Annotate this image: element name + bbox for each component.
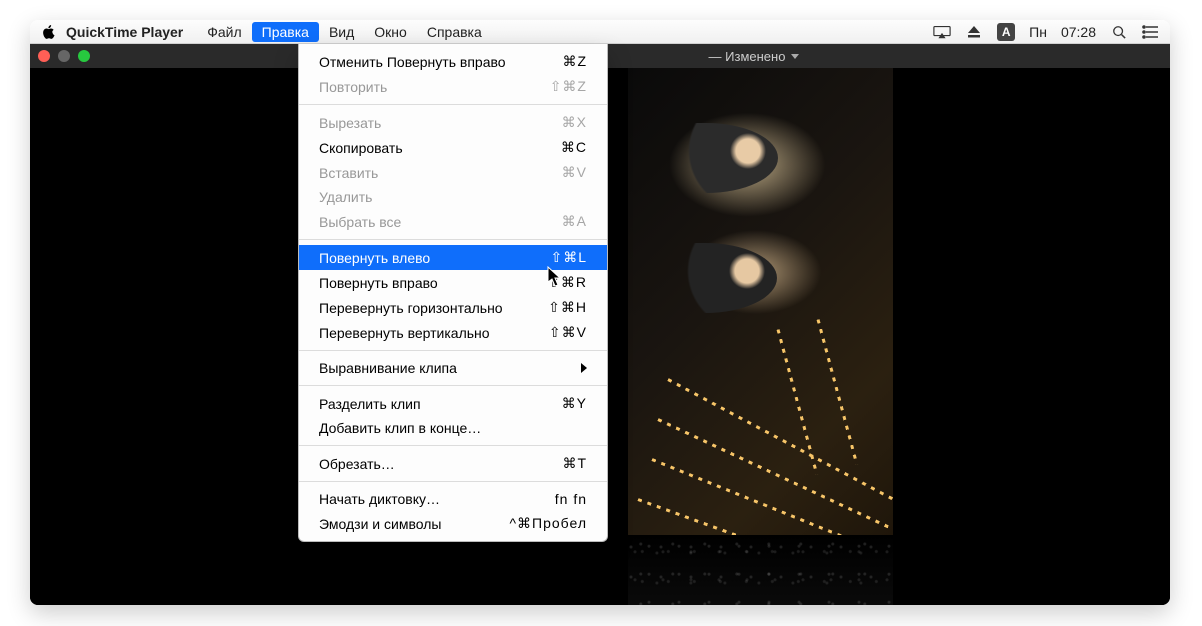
menu-item-label: Повернуть вправо: [319, 275, 548, 291]
airplay-icon[interactable]: [933, 25, 951, 39]
menu-item-label: Скопировать: [319, 140, 561, 156]
submenu-arrow-icon: [581, 363, 587, 373]
menu-item-label: Перевернуть вертикально: [319, 325, 549, 341]
menu-item[interactable]: Отменить Повернуть вправо⌘Z: [299, 49, 607, 74]
menubar-item-file[interactable]: Файл: [197, 22, 251, 42]
menu-item-label: Обрезать…: [319, 456, 562, 472]
menu-item[interactable]: Выравнивание клипа: [299, 356, 607, 380]
window-title-suffix: — Изменено: [709, 49, 786, 64]
menu-item-label: Вырезать: [319, 115, 562, 131]
close-window-button[interactable]: [38, 50, 50, 62]
menu-separator: [299, 445, 607, 446]
menu-item-shortcut: ⌘V: [562, 164, 587, 181]
menu-item-label: Повернуть влево: [319, 250, 550, 266]
spotlight-icon[interactable]: [1110, 25, 1128, 39]
apple-icon[interactable]: [40, 24, 56, 40]
menu-item-shortcut: ⇧⌘Z: [550, 78, 587, 95]
menu-item-shortcut: ⌘Y: [562, 395, 587, 412]
menubar-item-view[interactable]: Вид: [319, 22, 364, 42]
cursor-pointer-icon: [547, 266, 563, 293]
menu-item-shortcut: ⇧⌘L: [550, 249, 587, 266]
menu-separator: [299, 385, 607, 386]
menu-item-label: Повторить: [319, 79, 550, 95]
menu-item-label: Выравнивание клипа: [319, 360, 573, 376]
chevron-down-icon: [791, 54, 799, 59]
menu-item: Вставить⌘V: [299, 160, 607, 185]
menu-item[interactable]: Начать диктовку…fn fn: [299, 487, 607, 511]
menu-item: Повторить⇧⌘Z: [299, 74, 607, 99]
input-source-indicator[interactable]: A: [997, 23, 1015, 41]
menu-item-label: Перевернуть горизонтально: [319, 300, 548, 316]
traffic-lights: [38, 50, 90, 62]
menu-item[interactable]: Добавить клип в конце…: [299, 416, 607, 440]
menu-item-label: Отменить Повернуть вправо: [319, 54, 562, 70]
menu-item: Вырезать⌘X: [299, 110, 607, 135]
menubar-day[interactable]: Пн: [1029, 24, 1047, 40]
menu-item-shortcut: ⌘X: [562, 114, 587, 131]
menu-item[interactable]: Обрезать…⌘T: [299, 451, 607, 476]
menu-item: Удалить: [299, 185, 607, 209]
menu-item-shortcut: ^⌘Пробел: [509, 515, 587, 532]
menubar-item-help[interactable]: Справка: [417, 22, 492, 42]
menu-item-shortcut: ⌘C: [561, 139, 587, 156]
menu-item-shortcut: ⌘T: [562, 455, 587, 472]
menu-item: Выбрать все⌘A: [299, 209, 607, 234]
menu-item-label: Разделить клип: [319, 396, 562, 412]
menu-item-label: Добавить клип в конце…: [319, 420, 587, 436]
menu-item[interactable]: Перевернуть вертикально⇧⌘V: [299, 320, 607, 345]
app-name[interactable]: QuickTime Player: [66, 24, 183, 40]
edit-menu-dropdown: Отменить Повернуть вправо⌘ZПовторить⇧⌘ZВ…: [298, 44, 608, 542]
zoom-window-button[interactable]: [78, 50, 90, 62]
menu-item-shortcut: ⌘Z: [562, 53, 587, 70]
menu-item-label: Выбрать все: [319, 214, 562, 230]
menubar-left: QuickTime Player Файл Правка Вид Окно Сп…: [40, 22, 492, 42]
menu-item-shortcut: fn fn: [555, 491, 587, 507]
menu-item[interactable]: Разделить клип⌘Y: [299, 391, 607, 416]
menu-list-icon[interactable]: [1142, 25, 1160, 39]
menubar-clock[interactable]: 07:28: [1061, 24, 1096, 40]
menu-item-shortcut: ⇧⌘V: [549, 324, 587, 341]
minimize-window-button[interactable]: [58, 50, 70, 62]
menu-separator: [299, 481, 607, 482]
video-content: [628, 68, 893, 605]
app-screenshot-frame: QuickTime Player Файл Правка Вид Окно Сп…: [30, 20, 1170, 605]
video-crowd: [628, 535, 893, 605]
menu-separator: [299, 104, 607, 105]
menu-item-label: Эмодзи и символы: [319, 516, 509, 532]
menubar-status-area: A Пн 07:28: [933, 23, 1160, 41]
menu-item-shortcut: ⇧⌘H: [548, 299, 587, 316]
macos-menubar: QuickTime Player Файл Правка Вид Окно Сп…: [30, 20, 1170, 44]
menu-item-label: Вставить: [319, 165, 562, 181]
menu-item-shortcut: ⌘A: [562, 213, 587, 230]
menu-separator: [299, 350, 607, 351]
menu-item-label: Удалить: [319, 189, 587, 205]
eject-icon[interactable]: [965, 25, 983, 39]
menu-item-label: Начать диктовку…: [319, 491, 555, 507]
menu-item[interactable]: Скопировать⌘C: [299, 135, 607, 160]
menubar-item-edit[interactable]: Правка: [252, 22, 319, 42]
menu-item[interactable]: Эмодзи и символы^⌘Пробел: [299, 511, 607, 536]
menu-item[interactable]: Перевернуть горизонтально⇧⌘H: [299, 295, 607, 320]
menubar-item-window[interactable]: Окно: [364, 22, 417, 42]
menu-separator: [299, 239, 607, 240]
